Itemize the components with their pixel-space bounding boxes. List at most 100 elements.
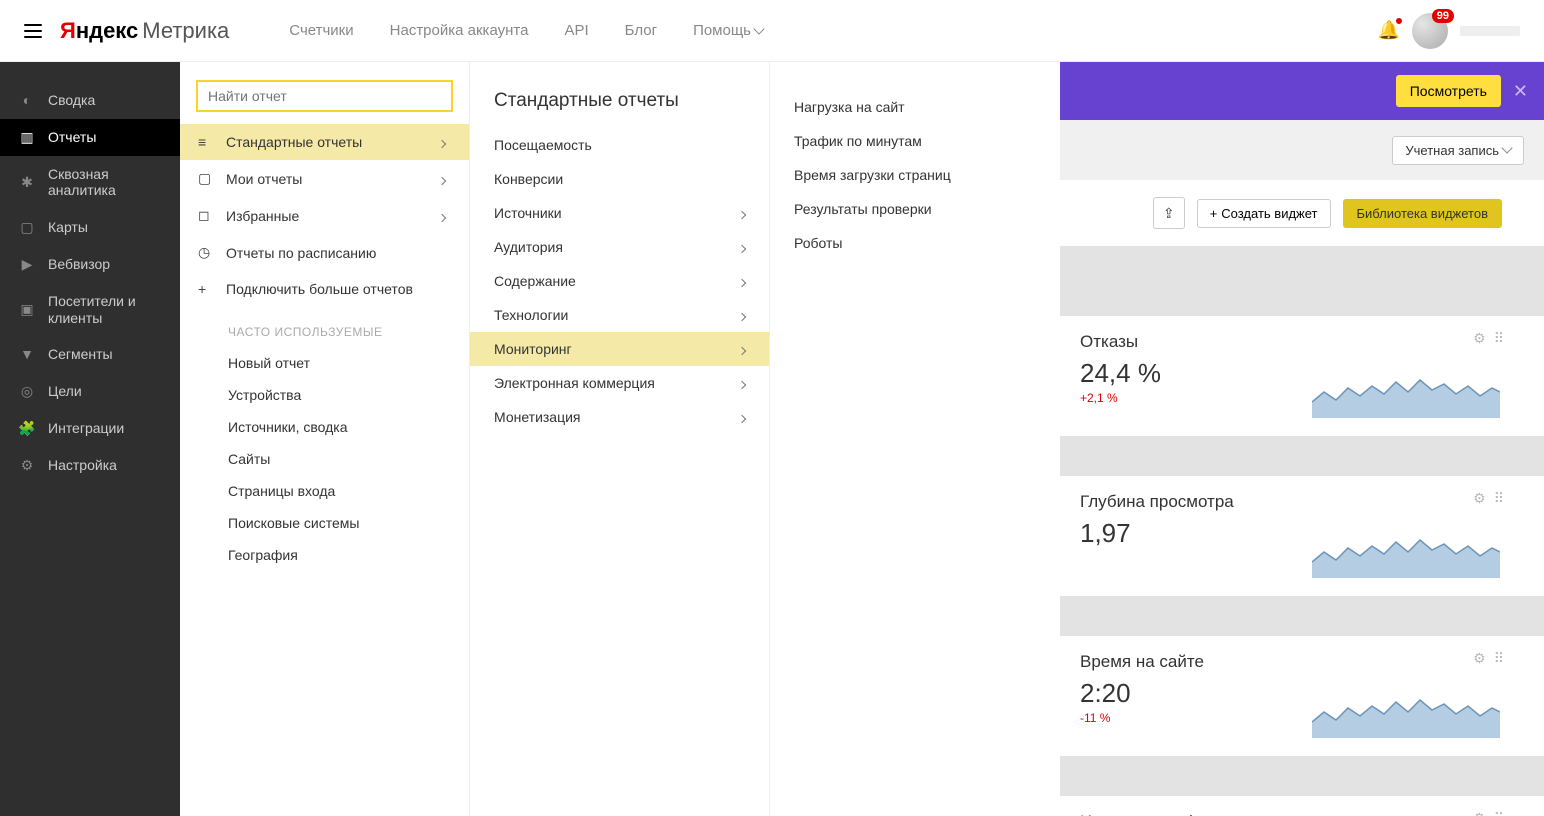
drag-icon[interactable]: ⠿ — [1494, 810, 1504, 816]
avatar[interactable]: 99 — [1412, 13, 1448, 49]
nav-api[interactable]: API — [564, 22, 588, 39]
gear-icon[interactable]: ⚙ — [1473, 330, 1486, 347]
logo-y: Я — [60, 18, 76, 43]
report-group-0[interactable]: Стандартные отчеты — [180, 124, 469, 160]
user-name[interactable] — [1460, 26, 1520, 36]
sidebar-icon — [18, 383, 36, 400]
monitoring-item-3[interactable]: Результаты проверки — [770, 192, 1060, 226]
sidebar-item-4[interactable]: Вебвизор — [0, 246, 180, 283]
std-report-1[interactable]: Конверсии — [470, 162, 769, 196]
sidebar: Сводка Отчеты Сквозная аналитика КартыВебви… — [0, 62, 180, 816]
drag-icon[interactable]: ⠿ — [1494, 650, 1504, 667]
account-dropdown[interactable]: Учетная запись — [1392, 136, 1524, 165]
std-report-label: Электронная коммерция — [494, 375, 655, 391]
std-report-5[interactable]: Технологии — [470, 298, 769, 332]
widget-1: ⚙⠿Глубина просмотра1,97 — [1060, 476, 1544, 596]
header: Яндекс Метрика Счетчики Настройка аккаун… — [0, 0, 1544, 62]
nav-help[interactable]: Помощь — [693, 22, 763, 39]
report-group-2[interactable]: Избранные — [180, 197, 469, 234]
create-widget-button[interactable]: +Создать виджет — [1197, 199, 1331, 228]
gear-icon[interactable]: ⚙ — [1473, 490, 1486, 507]
sidebar-item-1[interactable]: Отчеты — [0, 119, 180, 156]
sidebar-icon — [18, 174, 36, 191]
menu-icon[interactable] — [24, 24, 42, 38]
nav-counters[interactable]: Счетчики — [289, 22, 353, 39]
standard-reports-panel: Стандартные отчеты ПосещаемостьКонверсии… — [470, 62, 770, 816]
sidebar-item-0[interactable]: Сводка — [0, 82, 180, 119]
sidebar-item-3[interactable]: Карты — [0, 209, 180, 246]
std-report-6[interactable]: Мониторинг — [470, 332, 769, 366]
drag-icon[interactable]: ⠿ — [1494, 330, 1504, 347]
nav-account-settings[interactable]: Настройка аккаунта — [390, 22, 529, 39]
std-report-0[interactable]: Посещаемость — [470, 128, 769, 162]
report-label: Стандартные отчеты — [226, 134, 362, 150]
notification-badge: 99 — [1432, 9, 1454, 23]
view-button[interactable]: Посмотреть — [1396, 75, 1501, 107]
std-report-7[interactable]: Электронная коммерция — [470, 366, 769, 400]
sidebar-item-7[interactable]: Цели — [0, 373, 180, 410]
sidebar-label: Цели — [48, 383, 162, 400]
sidebar-icon — [18, 301, 36, 318]
search-input-wrap — [196, 80, 453, 112]
gear-icon[interactable]: ⚙ — [1473, 810, 1486, 816]
freq-report-6[interactable]: География — [180, 539, 469, 571]
report-group-4[interactable]: Подключить больше отчетов — [180, 271, 469, 307]
sidebar-item-5[interactable]: Посетители и клиенты — [0, 283, 180, 337]
report-label: Мои отчеты — [226, 171, 302, 187]
freq-report-4[interactable]: Страницы входа — [180, 475, 469, 507]
dashboard-area: Посмотреть ✕ Учетная запись ⇪ +Создать в… — [1060, 62, 1544, 816]
reports-panel: Стандартные отчеты Мои отчеты Избранные Отч… — [180, 62, 470, 816]
std-report-4[interactable]: Содержание — [470, 264, 769, 298]
sidebar-label: Отчеты — [48, 129, 162, 146]
freq-report-1[interactable]: Устройства — [180, 379, 469, 411]
std-report-label: Источники — [494, 205, 562, 221]
sidebar-item-9[interactable]: Настройка — [0, 447, 180, 484]
monitoring-item-2[interactable]: Время загрузки страниц — [770, 158, 1060, 192]
widget-title: Время на сайте — [1080, 652, 1500, 672]
std-report-8[interactable]: Монетизация — [470, 400, 769, 434]
nav-blog[interactable]: Блог — [625, 22, 657, 39]
sparkline — [1312, 372, 1500, 418]
widget-2: ⚙⠿Время на сайте2:20-11 % — [1060, 636, 1544, 756]
report-group-3[interactable]: Отчеты по расписанию — [180, 234, 469, 271]
drag-icon[interactable]: ⠿ — [1494, 490, 1504, 507]
sidebar-label: Сквозная аналитика — [48, 166, 162, 200]
widget-title: Глубина просмотра — [1080, 492, 1500, 512]
report-icon — [198, 170, 214, 187]
export-icon[interactable]: ⇪ — [1153, 197, 1185, 229]
report-label: Подключить больше отчетов — [226, 281, 413, 297]
gear-icon[interactable]: ⚙ — [1473, 650, 1486, 667]
close-icon[interactable]: ✕ — [1513, 81, 1528, 102]
monitoring-item-0[interactable]: Нагрузка на сайт — [770, 90, 1060, 124]
top-nav: Счетчики Настройка аккаунта API Блог Пом… — [289, 22, 763, 39]
search-input[interactable] — [208, 88, 441, 104]
freq-report-3[interactable]: Сайты — [180, 443, 469, 475]
std-report-label: Технологии — [494, 307, 568, 323]
report-label: Избранные — [226, 208, 299, 224]
bell-icon[interactable]: 🔔 — [1378, 20, 1400, 41]
freq-report-0[interactable]: Новый отчет — [180, 347, 469, 379]
std-report-label: Монетизация — [494, 409, 581, 425]
report-label: Отчеты по расписанию — [226, 245, 376, 261]
std-report-2[interactable]: Источники — [470, 196, 769, 230]
monitoring-item-1[interactable]: Трафик по минутам — [770, 124, 1060, 158]
sidebar-item-8[interactable]: Интеграции — [0, 410, 180, 447]
sidebar-item-6[interactable]: Сегменты — [0, 336, 180, 373]
sidebar-icon — [18, 457, 36, 474]
chevron-right-icon — [739, 375, 745, 391]
logo[interactable]: Яндекс Метрика — [60, 18, 229, 44]
widget-library-button[interactable]: Библиотека виджетов — [1343, 199, 1503, 228]
std-report-3[interactable]: Аудитория — [470, 230, 769, 264]
freq-report-2[interactable]: Источники, сводка — [180, 411, 469, 443]
sidebar-icon — [18, 420, 36, 437]
report-group-1[interactable]: Мои отчеты — [180, 160, 469, 197]
chevron-right-icon — [739, 273, 745, 289]
monitoring-item-4[interactable]: Роботы — [770, 226, 1060, 260]
std-report-label: Аудитория — [494, 239, 563, 255]
freq-report-5[interactable]: Поисковые системы — [180, 507, 469, 539]
chevron-right-icon — [739, 341, 745, 357]
report-icon — [198, 207, 214, 224]
report-icon — [198, 244, 214, 261]
chevron-right-icon — [439, 208, 451, 224]
sidebar-item-2[interactable]: Сквозная аналитика — [0, 156, 180, 210]
